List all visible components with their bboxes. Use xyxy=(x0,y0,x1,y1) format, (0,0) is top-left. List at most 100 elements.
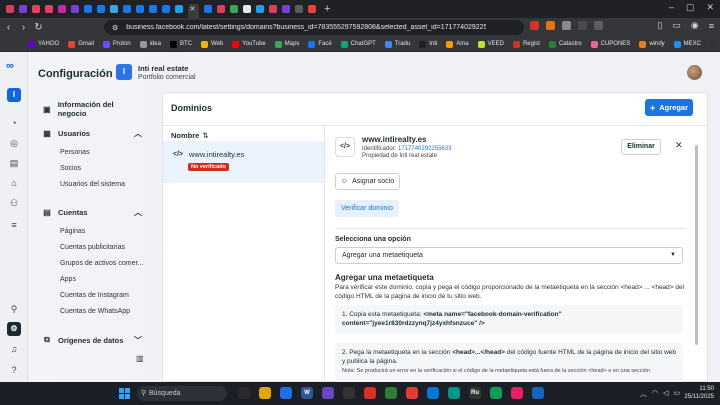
sidebar-item-grupos-activos[interactable]: Grupos de activos comer... xyxy=(60,260,143,267)
chevron-up-icon[interactable]: ︿ xyxy=(134,128,142,139)
sidebar-section-accounts[interactable]: ▤ Cuentas ︿ xyxy=(42,208,142,217)
bookmark-item[interactable]: Tradu xyxy=(384,40,410,48)
bookmark-item[interactable]: Catastro xyxy=(548,40,582,48)
sidebar-section-data-sources[interactable]: ⧉ Orígenes de datos ﹀ xyxy=(42,335,142,345)
business-name[interactable]: Inti real estate xyxy=(138,64,188,73)
wallet-icon[interactable]: ▭ xyxy=(672,20,681,31)
commerce-icon[interactable]: ⌂ xyxy=(7,176,21,190)
sidebar-section-users[interactable]: ▦ Usuarios ︿ xyxy=(42,129,142,138)
site-info-icon[interactable]: ⚙ xyxy=(112,24,118,32)
vpn-icon[interactable]: ◉ xyxy=(691,20,699,31)
taskbar-app-icon[interactable] xyxy=(343,387,355,399)
sidebar-item-personas[interactable]: Personas xyxy=(60,149,90,156)
remove-button[interactable]: Eliminar xyxy=(621,139,661,155)
extension-icon[interactable] xyxy=(562,21,571,30)
tab-favicon-icon[interactable] xyxy=(5,5,14,13)
all-tools-icon[interactable]: ≡ xyxy=(7,218,21,232)
tab-favicon-icon[interactable] xyxy=(148,5,157,13)
address-bar[interactable]: ⚙ business.facebook.com/latest/settings/… xyxy=(104,20,524,35)
battery-icon[interactable]: ▭ xyxy=(673,389,680,399)
business-switcher-icon[interactable]: I xyxy=(7,88,21,102)
taskbar-app-icon[interactable] xyxy=(238,387,250,399)
taskbar-app-icon[interactable] xyxy=(385,387,397,399)
bookmark-item[interactable]: Web xyxy=(200,40,223,48)
reload-icon[interactable]: ↻ xyxy=(32,22,45,33)
bookmark-item[interactable]: YouTube xyxy=(232,40,266,48)
tab-favicon-icon[interactable] xyxy=(229,5,238,13)
sidebar-item-whatsapp[interactable]: Cuentas de WhatsApp xyxy=(60,308,130,315)
tab-favicon-icon[interactable] xyxy=(57,5,66,13)
tab-favicon-icon[interactable] xyxy=(122,5,131,13)
bookmark-item[interactable]: YAHOO xyxy=(28,40,59,48)
tab-favicon-icon[interactable] xyxy=(83,5,92,13)
chevron-up-icon[interactable]: ︿ xyxy=(640,389,647,399)
taskbar-app-icon[interactable]: W xyxy=(301,387,313,399)
extension-icon[interactable] xyxy=(578,21,587,30)
verify-domain-tab[interactable]: Verificar dominio xyxy=(335,200,399,217)
menu-icon[interactable]: ≡ xyxy=(709,21,714,31)
tab-favicon-icon[interactable] xyxy=(268,5,277,13)
taskbar-app-icon[interactable] xyxy=(406,387,418,399)
home-icon[interactable]: ◔ xyxy=(7,116,21,130)
verification-method-select[interactable]: Agregar una metaetiqueta ▼ xyxy=(335,247,683,264)
tab-favicon-icon[interactable] xyxy=(18,5,27,13)
people-icon[interactable]: ⚇ xyxy=(7,196,21,210)
tab-favicon-icon[interactable] xyxy=(242,5,251,13)
sidebar-item-cuentas-publicitarias[interactable]: Cuentas publicitarias xyxy=(60,244,125,251)
tab-favicon-icon[interactable] xyxy=(174,5,183,13)
forward-icon[interactable]: › xyxy=(17,22,30,33)
search-icon[interactable]: ⚲ xyxy=(7,302,21,316)
bookmark-item[interactable]: Maps xyxy=(274,40,299,48)
sidebar-item-instagram[interactable]: Cuentas de Instagram xyxy=(60,292,129,299)
taskbar-app-icon[interactable] xyxy=(322,387,334,399)
tab-favicon-icon[interactable] xyxy=(294,5,303,13)
bookmark-item[interactable]: idea xyxy=(139,40,161,48)
content-icon[interactable]: ▤ xyxy=(7,156,21,170)
collapse-sidebar-icon[interactable]: ▥ xyxy=(136,354,144,363)
tab-favicon-icon[interactable] xyxy=(161,5,170,13)
bookmark-item[interactable]: windy xyxy=(639,40,665,48)
sidebar-item-usuarios-sistema[interactable]: Usuarios del sistema xyxy=(60,181,125,188)
sidebar-item-paginas[interactable]: Páginas xyxy=(60,228,85,235)
name-column-header[interactable]: Nombre ⇅ xyxy=(171,131,209,140)
close-icon[interactable]: ✕ xyxy=(675,140,683,151)
extension-icon[interactable] xyxy=(594,21,603,30)
new-tab-button[interactable]: + xyxy=(324,3,330,15)
bookmark-item[interactable]: Proton xyxy=(102,40,131,48)
taskbar-app-icon[interactable] xyxy=(259,387,271,399)
tab-favicon-icon[interactable] xyxy=(203,5,212,13)
bookmark-item[interactable]: Regist xyxy=(512,40,540,48)
notifications-icon[interactable]: ◎ xyxy=(7,136,21,150)
tab-favicon-icon[interactable] xyxy=(281,5,290,13)
wifi-icon[interactable]: ◠ xyxy=(652,389,658,399)
tab-favicon-icon[interactable] xyxy=(96,5,105,13)
bookmark-item[interactable]: Inti xyxy=(419,40,437,48)
help-icon[interactable]: ? xyxy=(7,363,21,377)
scrollbar-thumb[interactable] xyxy=(695,145,698,345)
sort-icon[interactable]: ⇅ xyxy=(202,131,208,140)
taskbar-app-icon[interactable] xyxy=(490,387,502,399)
assign-partner-button[interactable]: ☺ Asignar socio xyxy=(335,173,400,190)
bookmark-item[interactable]: Facé xyxy=(308,40,332,48)
taskbar-app-icon[interactable] xyxy=(448,387,460,399)
rewards-icon[interactable] xyxy=(546,21,555,30)
tab-favicon-icon[interactable] xyxy=(70,5,79,13)
brave-shield-icon[interactable] xyxy=(530,21,539,30)
taskbar-app-icon[interactable] xyxy=(511,387,523,399)
clock[interactable]: 11:50 25/11/2025 xyxy=(684,385,714,401)
active-tab[interactable] xyxy=(187,4,199,18)
tab-favicon-icon[interactable] xyxy=(216,5,225,13)
scrollbar[interactable] xyxy=(694,127,699,377)
user-avatar[interactable] xyxy=(687,65,702,80)
bookmark-item[interactable]: BTC xyxy=(169,40,192,48)
tab-favicon-icon[interactable] xyxy=(31,5,40,13)
tab-favicon-icon[interactable] xyxy=(255,5,264,13)
sidebar-item-socios[interactable]: Socios xyxy=(60,165,81,172)
bookmark-item[interactable]: MEXC xyxy=(673,40,701,48)
windows-start-icon[interactable] xyxy=(119,388,130,399)
alerts-bell-icon[interactable]: ♫ xyxy=(7,342,21,356)
taskbar-app-icon[interactable] xyxy=(427,387,439,399)
bookmark-item[interactable]: CUPONES xyxy=(590,40,630,48)
tab-favicon-icon[interactable] xyxy=(307,5,316,13)
taskbar-search[interactable]: ⚲ Búsqueda xyxy=(137,386,227,401)
